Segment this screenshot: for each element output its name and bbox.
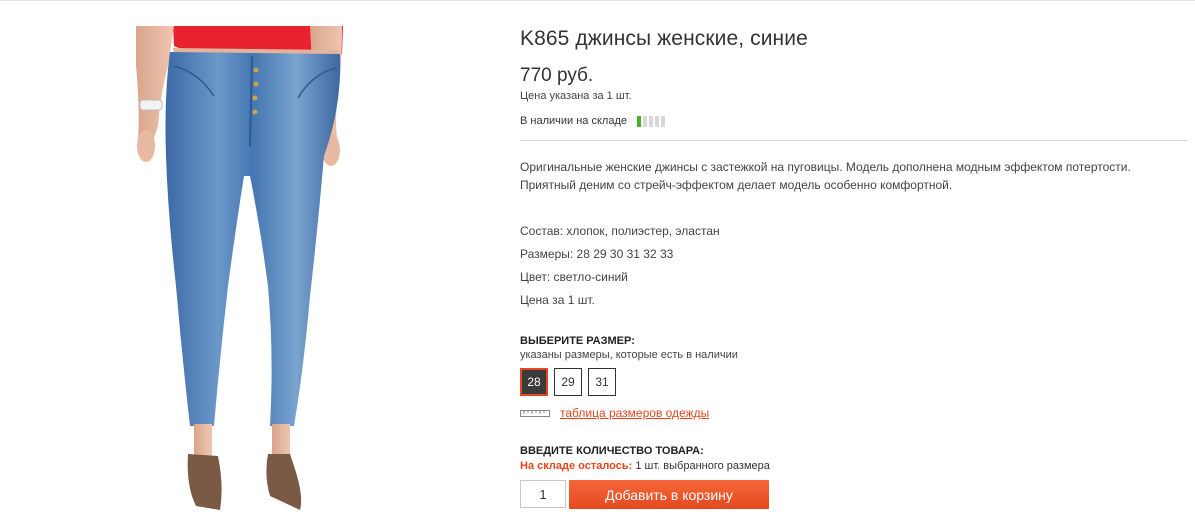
stock-label: В наличии на складе [520,115,627,127]
size-options: 28 29 31 [520,368,616,396]
stock-level-indicator [636,115,665,127]
product-description: Оригинальные женские джинсы с застежкой … [520,160,1131,192]
top-border [0,0,1195,1]
ruler-icon [520,410,550,417]
quantity-heading: ВВЕДИТЕ КОЛИЧЕСТВО ТОВАРА: [520,445,704,457]
size-chart-link[interactable]: таблица размеров одежды [560,406,709,420]
spec-price-per: Цена за 1 шт. [520,293,595,307]
size-option-28[interactable]: 28 [520,368,548,396]
price-note: Цена указана за 1 шт. [520,90,632,102]
stock-left-value: 1 шт. выбранного размера [635,460,770,472]
size-chart: таблица размеров одежды [520,406,709,420]
divider [520,140,1188,141]
product-image[interactable] [128,26,358,512]
size-heading: ВЫБЕРИТЕ РАЗМЕР: [520,335,635,347]
size-option-29[interactable]: 29 [554,368,582,396]
product-title: K865 джинсы женские, синие [520,27,808,50]
stock-status: В наличии на складе [520,115,665,127]
stock-left-label: На складе осталось: [520,460,633,472]
spec-composition: Состав: хлопок, полиэстер, эластан [520,224,720,238]
product-price: 770 руб. [520,65,594,86]
add-to-cart-button[interactable]: Добавить в корзину [569,480,769,509]
size-option-31[interactable]: 31 [588,368,616,396]
size-subtitle: указаны размеры, которые есть в наличии [520,349,738,361]
quantity-input[interactable] [520,480,566,508]
spec-color: Цвет: светло-синий [520,270,628,284]
spec-sizes: Размеры: 28 29 30 31 32 33 [520,247,674,261]
stock-left-note: На складе осталось: 1 шт. выбранного раз… [520,460,770,472]
